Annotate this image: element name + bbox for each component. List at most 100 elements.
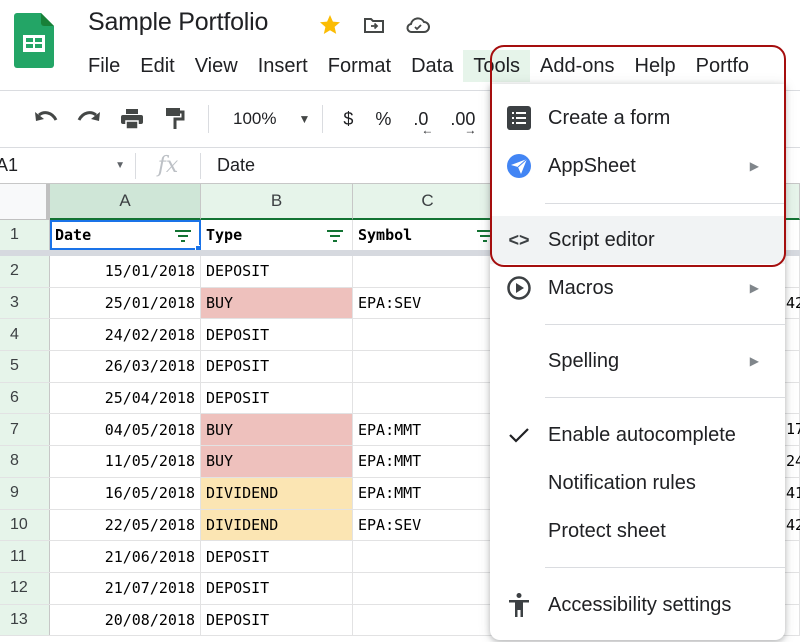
undo-button[interactable] bbox=[30, 103, 62, 135]
cell-type[interactable]: DEPOSIT bbox=[201, 541, 353, 572]
cell-type[interactable]: DIVIDEND bbox=[201, 509, 353, 541]
cell-symbol[interactable] bbox=[353, 319, 503, 351]
menu-item-spelling[interactable]: Spelling ▶ bbox=[490, 337, 785, 385]
cell-symbol[interactable] bbox=[353, 604, 503, 636]
cell-type[interactable]: DEPOSIT bbox=[201, 604, 353, 636]
menu-format[interactable]: Format bbox=[318, 50, 401, 82]
cell-type[interactable]: DEPOSIT bbox=[201, 256, 353, 287]
sheets-logo[interactable] bbox=[14, 13, 54, 69]
cell-date[interactable]: 22/05/2018 bbox=[50, 509, 201, 541]
cell-date[interactable]: 25/04/2018 bbox=[50, 382, 201, 414]
zoom-select[interactable]: 100% ▼ bbox=[233, 109, 310, 129]
row-number[interactable]: 10 bbox=[0, 509, 50, 541]
cell-symbol[interactable] bbox=[353, 541, 503, 572]
cell-date[interactable]: 16/05/2018 bbox=[50, 477, 201, 509]
menu-add-ons[interactable]: Add-ons bbox=[530, 50, 625, 82]
filter-icon[interactable] bbox=[174, 229, 192, 243]
menu-item-notification-rules[interactable]: Notification rules bbox=[490, 459, 785, 507]
cloud-saved-icon[interactable] bbox=[405, 12, 431, 38]
paint-format-icon bbox=[166, 108, 185, 129]
cell-date[interactable]: 04/05/2018 bbox=[50, 414, 201, 446]
cell-symbol[interactable] bbox=[353, 382, 503, 414]
form-icon bbox=[507, 106, 531, 130]
cell-c1[interactable]: Symbol bbox=[353, 220, 503, 250]
percent-format-button[interactable]: % bbox=[375, 109, 391, 130]
cell-date[interactable]: 21/06/2018 bbox=[50, 541, 201, 572]
currency-format-button[interactable]: $ bbox=[343, 109, 353, 130]
menu-tools[interactable]: Tools bbox=[463, 50, 531, 82]
menu-file[interactable]: File bbox=[78, 50, 130, 82]
cell-date[interactable]: 15/01/2018 bbox=[50, 256, 201, 287]
cell-type[interactable]: DEPOSIT bbox=[201, 351, 353, 382]
cell-date[interactable]: 21/07/2018 bbox=[50, 572, 201, 604]
tools-menu: Create a form AppSheet ▶ <> Script edito… bbox=[490, 84, 785, 640]
row-number[interactable]: 5 bbox=[0, 351, 50, 382]
row-number[interactable]: 3 bbox=[0, 287, 50, 319]
cell-symbol[interactable]: EPA:SEV bbox=[353, 287, 503, 319]
star-icon[interactable] bbox=[317, 12, 343, 38]
cell-symbol[interactable]: EPA:MMT bbox=[353, 477, 503, 509]
menu-data[interactable]: Data bbox=[401, 50, 463, 82]
cell-type[interactable]: BUY bbox=[201, 287, 353, 319]
menu-view[interactable]: View bbox=[185, 50, 248, 82]
cell-symbol[interactable] bbox=[353, 572, 503, 604]
cell-type[interactable]: DEPOSIT bbox=[201, 572, 353, 604]
cell-symbol[interactable]: EPA:MMT bbox=[353, 414, 503, 446]
redo-button[interactable] bbox=[73, 103, 105, 135]
menu-insert[interactable]: Insert bbox=[248, 50, 318, 82]
row-number[interactable]: 1 bbox=[0, 220, 50, 250]
cell-type[interactable]: DEPOSIT bbox=[201, 319, 353, 351]
code-icon: <> bbox=[508, 229, 530, 250]
cell-a1[interactable]: Date bbox=[50, 220, 201, 250]
menu-item-enable-autocomplete[interactable]: Enable autocomplete bbox=[490, 411, 785, 459]
cell-date[interactable]: 25/01/2018 bbox=[50, 287, 201, 319]
menu-item-protect-sheet[interactable]: Protect sheet bbox=[490, 507, 785, 555]
cell-symbol[interactable] bbox=[353, 256, 503, 287]
column-header-b[interactable]: B bbox=[201, 184, 353, 220]
filter-icon[interactable] bbox=[326, 229, 344, 243]
print-button[interactable] bbox=[116, 103, 148, 135]
cell-date[interactable]: 11/05/2018 bbox=[50, 446, 201, 477]
row-number[interactable]: 7 bbox=[0, 414, 50, 446]
row-number[interactable]: 13 bbox=[0, 604, 50, 636]
row-number[interactable]: 4 bbox=[0, 319, 50, 351]
menu-bar: File Edit View Insert Format Data Tools … bbox=[78, 50, 759, 82]
menu-item-macros[interactable]: Macros ▶ bbox=[490, 264, 785, 312]
check-icon bbox=[509, 428, 529, 443]
cell-type[interactable]: BUY bbox=[201, 414, 353, 446]
menu-item-accessibility-settings[interactable]: Accessibility settings bbox=[490, 581, 785, 629]
partial-cell-value: 24 bbox=[786, 452, 800, 471]
row-number[interactable]: 12 bbox=[0, 572, 50, 604]
cell-type[interactable]: BUY bbox=[201, 446, 353, 477]
cell-symbol[interactable]: EPA:SEV bbox=[353, 509, 503, 541]
column-header-a[interactable]: A bbox=[50, 184, 201, 220]
move-to-folder-icon[interactable] bbox=[361, 12, 387, 38]
menu-help[interactable]: Help bbox=[625, 50, 686, 82]
row-number[interactable]: 9 bbox=[0, 477, 50, 509]
increase-decimal-button[interactable]: .00 → bbox=[450, 109, 476, 137]
cell-date[interactable]: 26/03/2018 bbox=[50, 351, 201, 382]
column-header-c[interactable]: C bbox=[353, 184, 503, 220]
cell-type[interactable]: DIVIDEND bbox=[201, 477, 353, 509]
menu-edit[interactable]: Edit bbox=[130, 50, 184, 82]
cell-symbol[interactable] bbox=[353, 351, 503, 382]
menu-item-create-form[interactable]: Create a form bbox=[490, 94, 785, 142]
cell-date[interactable]: 24/02/2018 bbox=[50, 319, 201, 351]
name-box[interactable]: A1 ▼ bbox=[0, 148, 135, 183]
cell-date[interactable]: 20/08/2018 bbox=[50, 604, 201, 636]
select-all-corner[interactable] bbox=[0, 184, 50, 220]
menu-item-appsheet[interactable]: AppSheet ▶ bbox=[490, 142, 785, 190]
cell-symbol[interactable]: EPA:MMT bbox=[353, 446, 503, 477]
row-number[interactable]: 6 bbox=[0, 382, 50, 414]
menu-portfolio[interactable]: Portfo bbox=[686, 50, 759, 82]
cell-b1[interactable]: Type bbox=[201, 220, 353, 250]
formula-input[interactable]: Date bbox=[201, 155, 255, 176]
menu-item-script-editor[interactable]: <> Script editor bbox=[490, 216, 785, 264]
row-number[interactable]: 8 bbox=[0, 446, 50, 477]
row-number[interactable]: 11 bbox=[0, 541, 50, 572]
paint-format-button[interactable] bbox=[159, 103, 191, 135]
cell-type[interactable]: DEPOSIT bbox=[201, 382, 353, 414]
decrease-decimal-button[interactable]: .0 ← bbox=[413, 109, 433, 137]
row-number[interactable]: 2 bbox=[0, 256, 50, 287]
document-title[interactable]: Sample Portfolio bbox=[88, 8, 268, 37]
